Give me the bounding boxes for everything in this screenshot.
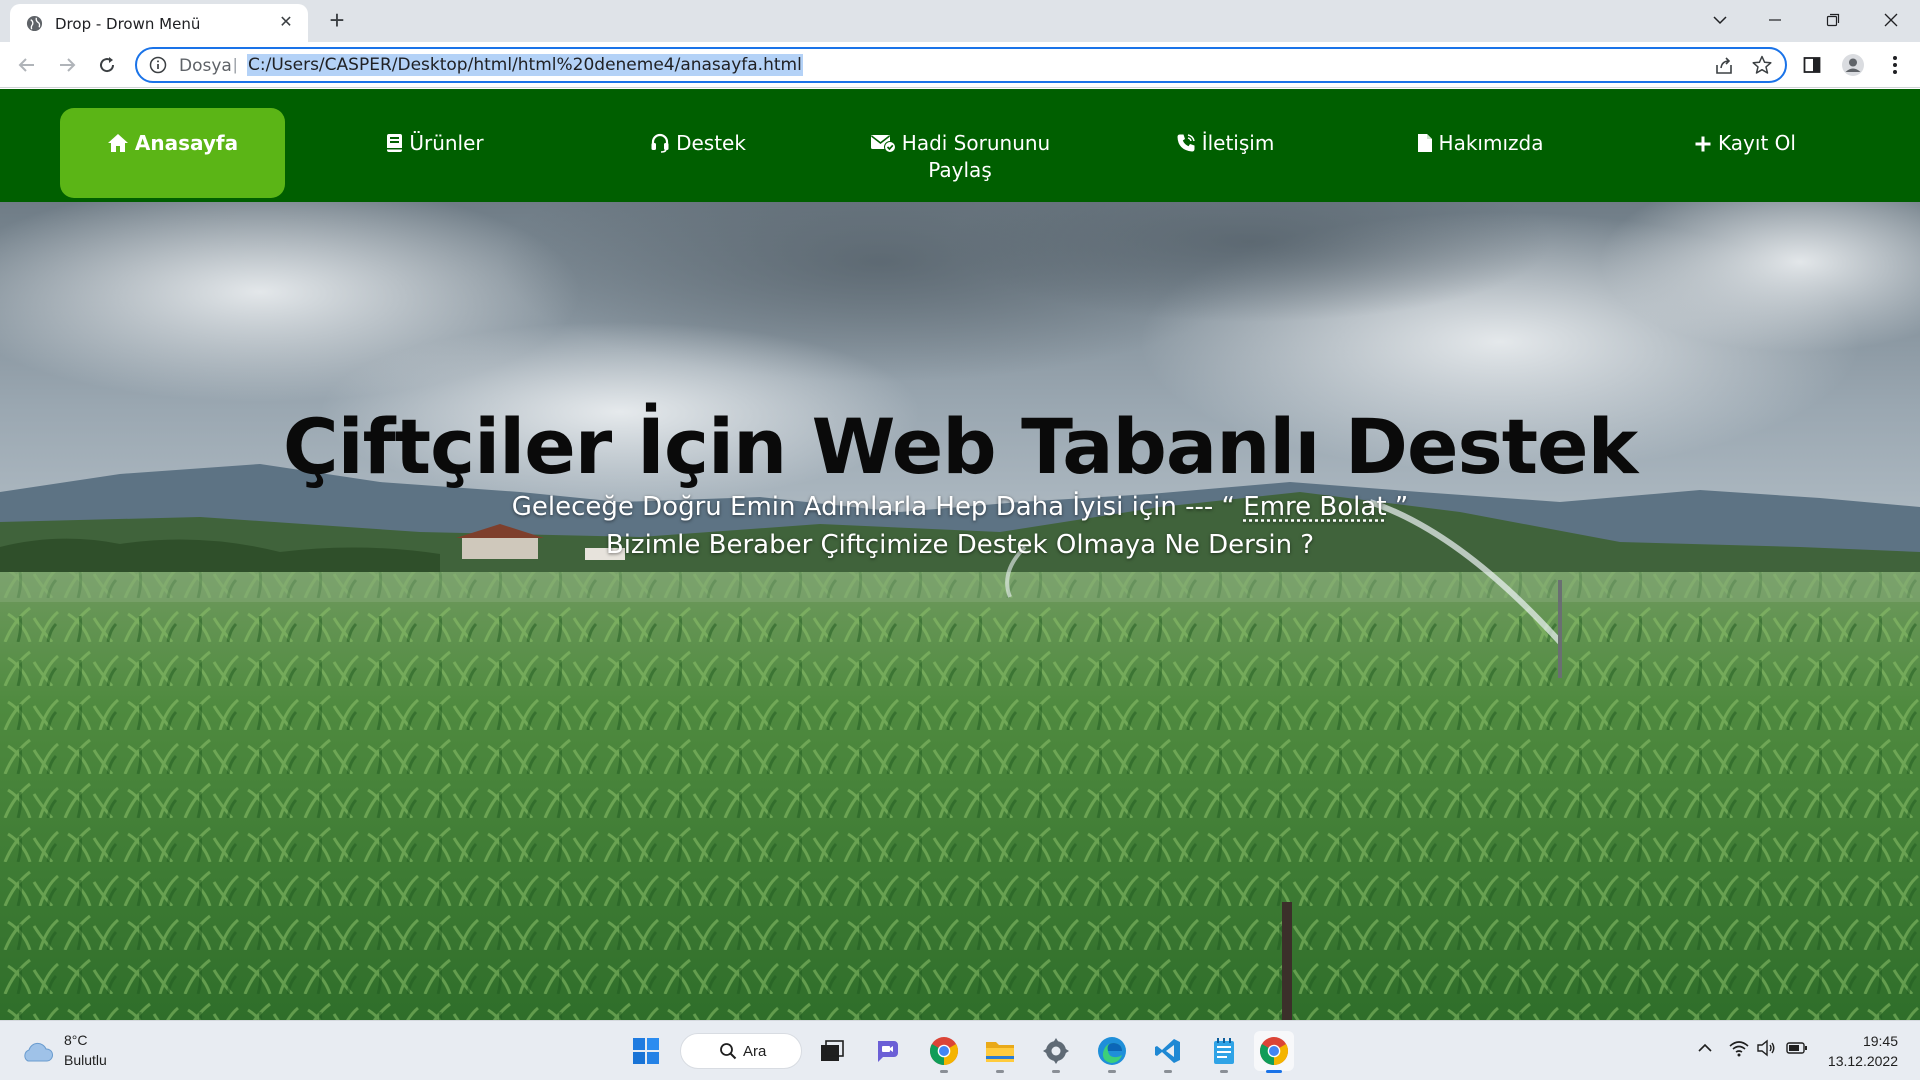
web-page: Anasayfa Ürünler Destek Hadi Sorununu Pa…: [0, 89, 1920, 1020]
globe-icon: [26, 15, 43, 32]
minimize-button[interactable]: [1747, 0, 1803, 40]
side-panel-icon: [1803, 57, 1821, 73]
edge-button[interactable]: [1092, 1031, 1132, 1073]
nav-item-label: Hakımızda: [1438, 131, 1544, 155]
chevron-down-icon: [1713, 16, 1727, 25]
nav-item-label: Anasayfa: [134, 131, 239, 155]
new-tab-button[interactable]: +: [324, 7, 350, 34]
nav-item-kayit-ol[interactable]: Kayıt Ol: [1650, 108, 1840, 198]
hero-subtitle-suffix: ”: [1394, 492, 1409, 522]
notepad-button[interactable]: [1204, 1031, 1244, 1073]
nav-item-urunler[interactable]: Ürünler: [340, 108, 530, 198]
edge-icon: [1098, 1037, 1126, 1065]
nav-item-destek[interactable]: Destek: [603, 108, 793, 198]
tab-search-button[interactable]: [1692, 0, 1748, 40]
chrome-active-taskbar-button[interactable]: [1254, 1031, 1294, 1073]
folder-icon: [986, 1042, 1014, 1062]
notepad-icon: [1214, 1038, 1234, 1064]
hero-section: Çiftçiler İçin Web Tabanlı Destek Gelece…: [0, 202, 1920, 1020]
chrome-icon: [1260, 1037, 1288, 1065]
nav-item-label: İletişim: [1201, 131, 1275, 155]
chat-camera-icon: [878, 1041, 898, 1062]
document-icon: [1417, 134, 1432, 152]
bookmark-star-icon[interactable]: [1751, 54, 1773, 76]
share-icon[interactable]: [1713, 55, 1735, 77]
windows-taskbar: 8°C Bulutlu Ara 19:45 13.12.2022: [0, 1020, 1920, 1080]
nav-item-label: Destek: [676, 131, 746, 155]
weather-condition: Bulutlu: [64, 1052, 107, 1068]
hero-subtitle-line-1: Geleceğe Doğru Emin Adımlarla Hep Daha İ…: [0, 492, 1920, 522]
arrow-left-icon: [18, 58, 34, 72]
task-view-icon: [821, 1040, 844, 1061]
nav-item-label: Ürünler: [409, 131, 484, 155]
address-bar[interactable]: Dosya | C:/Users/CASPER/Desktop/html/htm…: [135, 47, 1787, 83]
system-clock[interactable]: 19:45 13.12.2022: [1828, 1031, 1898, 1071]
reload-button[interactable]: [92, 50, 122, 80]
taskbar-search-label: Ara: [743, 1043, 767, 1060]
back-button[interactable]: [12, 50, 42, 80]
gear-icon: [1043, 1038, 1069, 1064]
address-url-text[interactable]: C:/Users/CASPER/Desktop/html/html%20dene…: [247, 54, 803, 76]
browser-tab-strip: Drop - Drown Menü ✕ +: [0, 0, 1920, 42]
phone-icon: [1177, 134, 1195, 152]
start-button[interactable]: [626, 1031, 666, 1071]
headset-icon: [651, 133, 669, 153]
nav-item-hadi-sorunu-paylas[interactable]: Hadi Sorununu Paylaş: [858, 108, 1062, 198]
book-icon: [387, 134, 403, 152]
author-link[interactable]: Emre Bolat: [1243, 492, 1386, 522]
restore-icon: [1826, 13, 1840, 27]
nav-item-hakimizda[interactable]: Hakımızda: [1385, 108, 1575, 198]
clock-date: 13.12.2022: [1827, 1053, 1898, 1069]
nav-item-label: Kayıt Ol: [1718, 131, 1796, 155]
address-scheme-label: Dosya: [179, 56, 232, 76]
battery-icon[interactable]: [1786, 1039, 1808, 1057]
chrome-taskbar-button[interactable]: [924, 1031, 964, 1073]
nav-item-label: Hadi Sorununu Paylaş: [901, 131, 1051, 182]
home-icon: [107, 134, 128, 152]
close-icon: [1884, 13, 1898, 27]
settings-button[interactable]: [1036, 1031, 1076, 1073]
speaker-icon[interactable]: [1756, 1039, 1776, 1057]
cloud-icon: [24, 1042, 53, 1062]
task-view-button[interactable]: [812, 1031, 852, 1071]
nav-item-anasayfa[interactable]: Anasayfa: [60, 108, 285, 198]
search-icon: [720, 1043, 737, 1060]
browser-toolbar: Dosya | C:/Users/CASPER/Desktop/html/htm…: [0, 42, 1920, 88]
menu-button[interactable]: [1880, 50, 1910, 80]
avatar-icon: [1842, 54, 1864, 76]
windows-logo-icon: [633, 1038, 659, 1064]
tab-title: Drop - Drown Menü: [55, 15, 201, 33]
kebab-menu-icon: [1893, 56, 1897, 74]
cornfield-background-image: [0, 202, 1920, 1020]
reload-icon: [100, 57, 115, 73]
hero-subtitle-line-2: Bizimle Beraber Çiftçimize Destek Olmaya…: [605, 530, 1315, 560]
profile-button[interactable]: [1838, 50, 1868, 80]
restore-button[interactable]: [1805, 0, 1861, 40]
clock-time: 19:45: [1862, 1033, 1898, 1049]
address-separator: |: [233, 55, 238, 74]
hero-subtitle-prefix: Geleceğe Doğru Emin Adımlarla Hep Daha İ…: [511, 492, 1236, 522]
forward-button[interactable]: [52, 50, 82, 80]
wifi-icon[interactable]: [1729, 1039, 1749, 1057]
vscode-icon: [1155, 1039, 1180, 1063]
weather-temperature: 8°C: [64, 1032, 88, 1048]
hero-title: Çiftçiler İçin Web Tabanlı Destek: [282, 402, 1638, 491]
chevron-up-icon[interactable]: [1696, 1039, 1714, 1057]
nav-item-iletisim[interactable]: İletişim: [1130, 108, 1320, 198]
close-window-button[interactable]: [1863, 0, 1919, 40]
taskbar-search[interactable]: Ara: [680, 1033, 802, 1069]
plus-icon: [1695, 136, 1711, 152]
file-explorer-button[interactable]: [980, 1031, 1020, 1073]
browser-tab[interactable]: Drop - Drown Menü ✕: [10, 4, 308, 42]
teams-chat-button[interactable]: [868, 1031, 908, 1071]
vscode-button[interactable]: [1148, 1031, 1188, 1073]
minimize-icon: [1769, 19, 1781, 21]
side-panel-button[interactable]: [1797, 50, 1827, 80]
site-navbar: Anasayfa Ürünler Destek Hadi Sorununu Pa…: [0, 89, 1920, 202]
info-icon[interactable]: [149, 56, 167, 74]
arrow-right-icon: [60, 58, 76, 72]
close-tab-icon[interactable]: ✕: [276, 13, 296, 33]
chrome-icon: [930, 1037, 958, 1065]
envelope-check-icon: [870, 135, 896, 153]
